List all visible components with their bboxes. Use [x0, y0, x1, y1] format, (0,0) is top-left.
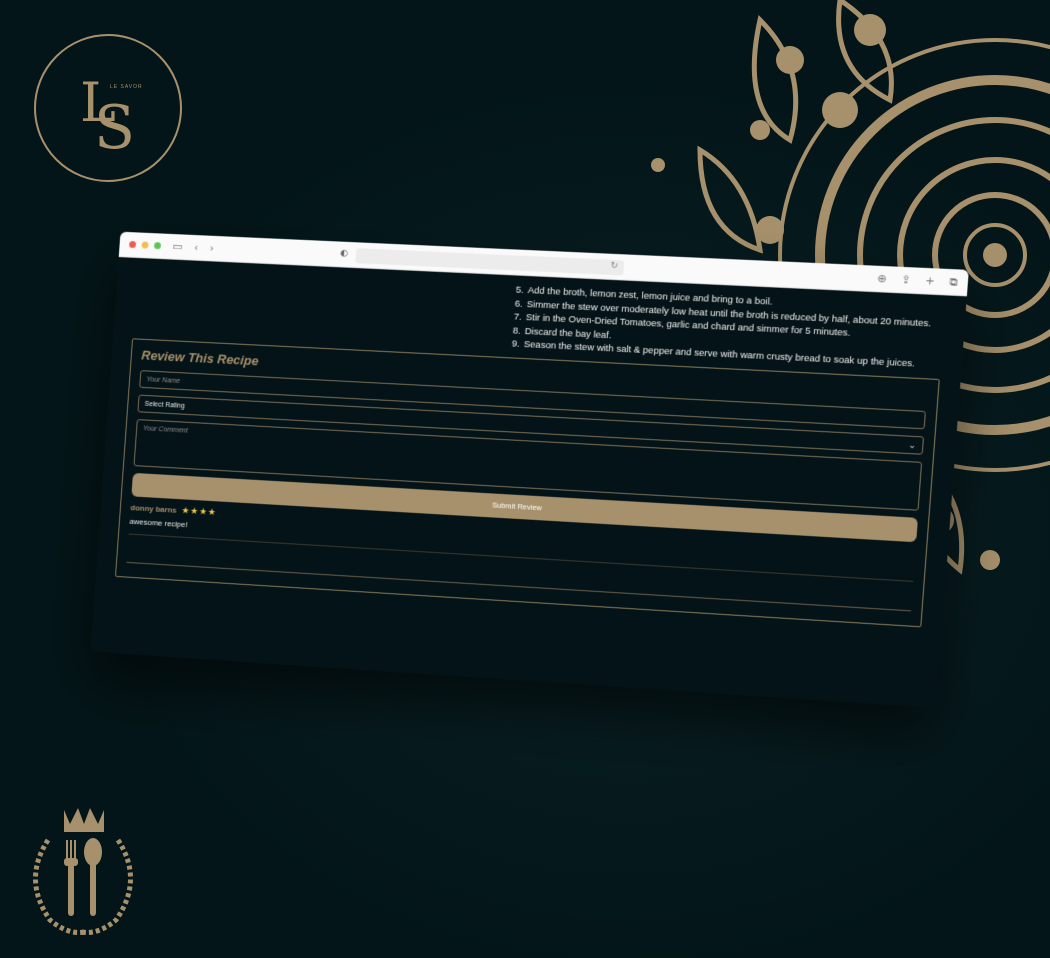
step-number: 9. [503, 337, 520, 351]
monogram-s: S [94, 98, 135, 158]
step-number: 8. [504, 324, 521, 338]
toolbar-actions: ⊕ ⇪ + ⧉ [877, 272, 958, 290]
tab-overview-icon[interactable]: ⧉ [949, 275, 958, 290]
reviewer-name: donny barns [130, 503, 177, 515]
step-number: 6. [506, 297, 523, 311]
chevron-down-icon: ⌄ [908, 439, 917, 451]
star-rating: ★★★★ [181, 505, 217, 517]
privacy-shield-icon[interactable]: ◐ [340, 249, 348, 259]
step-number: 5. [507, 283, 524, 297]
new-tab-icon[interactable]: + [925, 274, 936, 289]
review-divider [127, 561, 912, 611]
page-content: 5. Add the broth, lemon zest, lemon juic… [96, 257, 967, 628]
review-form: Review This Recipe Your Name Select Rati… [115, 338, 940, 627]
rating-select-value: Select Rating [144, 400, 185, 409]
browser-scene: ▭ ‹ › ◐ ↻ ⊕ ⇪ + ⧉ 5. Add the broth, lemo… [95, 250, 945, 690]
maximize-window-button[interactable] [154, 242, 161, 249]
minimize-window-button[interactable] [141, 241, 148, 248]
close-window-button[interactable] [129, 241, 136, 248]
browser-window: ▭ ‹ › ◐ ↻ ⊕ ⇪ + ⧉ 5. Add the broth, lemo… [90, 232, 968, 708]
step-number: 7. [505, 310, 522, 324]
chevron-right-icon[interactable]: › [209, 243, 214, 254]
window-controls [129, 241, 161, 249]
cutlery-crest-icon [18, 800, 148, 945]
reload-icon[interactable]: ↻ [610, 261, 618, 271]
brand-logo: LE SAVOR L S [34, 34, 182, 182]
share-icon[interactable]: ⇪ [901, 273, 912, 288]
download-icon[interactable]: ⊕ [877, 272, 888, 287]
chevron-left-icon[interactable]: ‹ [194, 242, 199, 253]
sidebar-toggle-icon[interactable]: ▭ [172, 241, 183, 252]
